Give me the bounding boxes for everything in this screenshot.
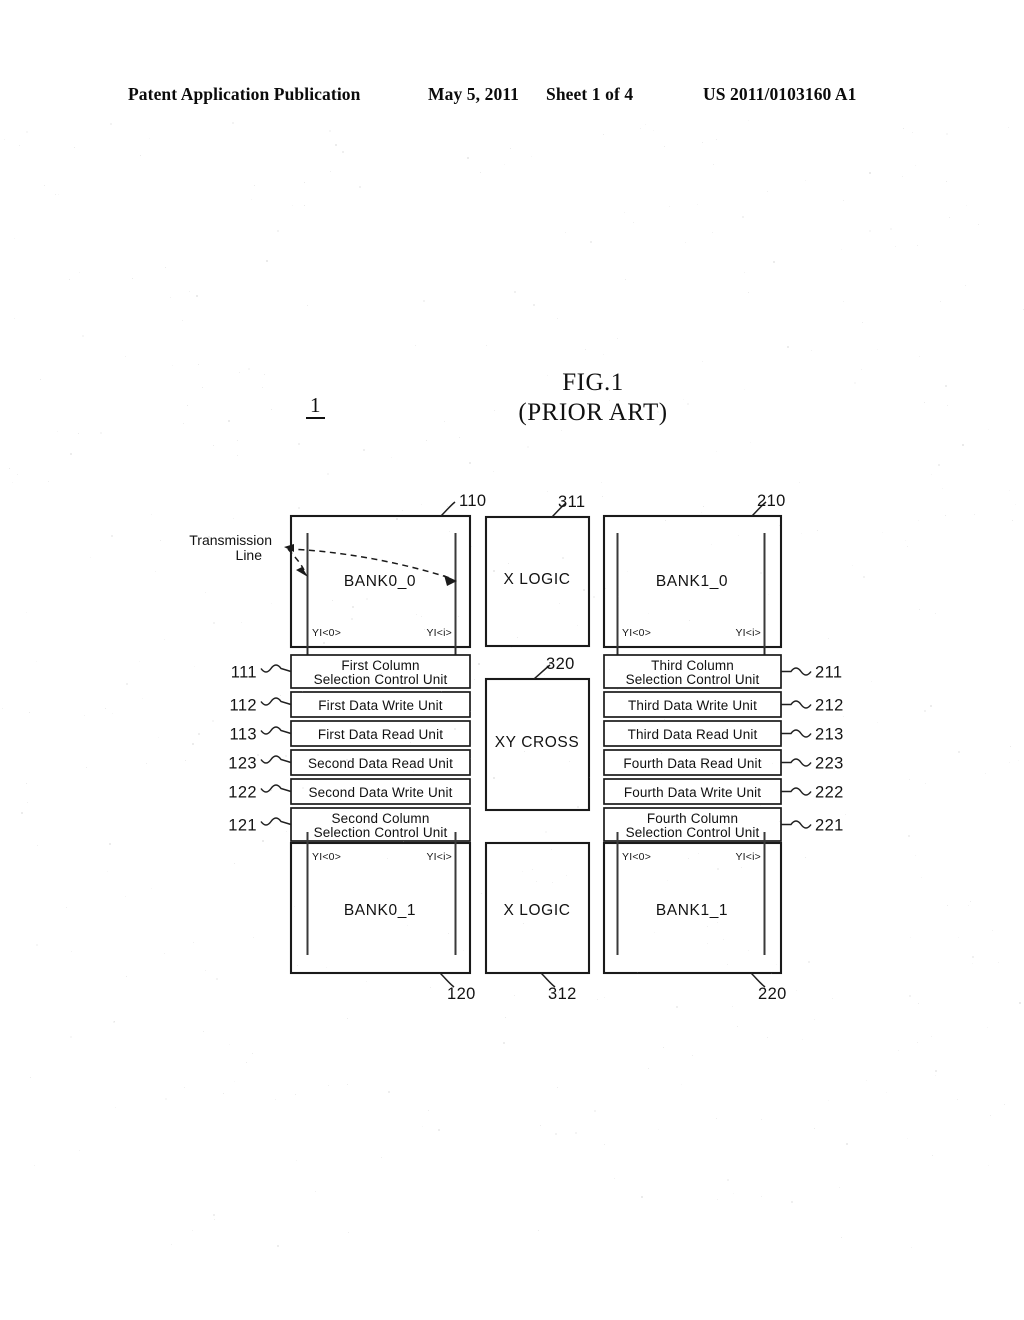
unit-ref-leader: [781, 667, 812, 676]
figure-diagram: BANK0_0 YI<0> YI<i> 110 X LOGIC 311 BANK…: [0, 0, 1024, 1320]
bank-bottom-left-yi-first: YI<0>: [312, 851, 341, 863]
unit-block: First ColumnSelection Control Unit 111: [231, 654, 471, 689]
bank-bottom-right-yi-last: YI<i>: [735, 851, 761, 863]
bank-top-left: BANK0_0 YI<0> YI<i> 110: [289, 492, 487, 660]
bank-bottom-left-label: BANK0_1: [344, 902, 416, 919]
bank-bottom-right: YI<0> YI<i> BANK1_1 220: [602, 832, 787, 1003]
unit-ref-number: 222: [815, 784, 844, 802]
transmission-line-label-line1: Transmission: [189, 532, 272, 548]
unit-block: Third Data Write Unit 212: [603, 691, 844, 718]
unit-block: Fourth Data Read Unit 223: [603, 749, 844, 776]
unit-block: First Data Write Unit 112: [229, 691, 471, 718]
bank-top-right-ref: 210: [757, 492, 786, 510]
unit-label-line2: Selection Control Unit: [314, 825, 448, 840]
x-logic-top-ref: 311: [558, 493, 586, 511]
unit-ref-leader: [260, 784, 292, 793]
x-logic-top: X LOGIC 311: [484, 493, 591, 648]
unit-label-line1: First Data Read Unit: [318, 727, 443, 742]
bank-bottom-right-label: BANK1_1: [656, 902, 728, 919]
unit-block: Fourth ColumnSelection Control Unit 221: [603, 807, 844, 842]
unit-ref-leader: [260, 817, 292, 826]
unit-ref-number: 113: [229, 726, 257, 744]
unit-label-line1: Fourth Data Read Unit: [623, 756, 761, 771]
unit-label-line1: Second Data Write Unit: [308, 785, 452, 800]
unit-ref-number: 211: [815, 664, 843, 682]
xy-cross-block: XY CROSS 320: [484, 655, 591, 812]
unit-ref-number: 121: [228, 817, 257, 835]
unit-label-line2: Selection Control Unit: [626, 672, 760, 687]
unit-ref-number: 213: [815, 726, 844, 744]
unit-label-line1: Third Column: [651, 658, 734, 673]
transmission-line-label-line2: Line: [236, 547, 263, 563]
unit-label-line1: Third Data Write Unit: [628, 698, 757, 713]
bank-bottom-left-yi-last: YI<i>: [426, 851, 452, 863]
right-unit-stack: Third ColumnSelection Control Unit 211Thi…: [603, 654, 844, 842]
x-logic-bottom-ref: 312: [548, 985, 577, 1003]
unit-ref-leader: [781, 787, 812, 796]
unit-label-line1: First Column: [341, 658, 419, 673]
unit-ref-leader: [260, 755, 292, 764]
left-unit-stack: First ColumnSelection Control Unit111Fir…: [228, 654, 471, 842]
bank-top-right-yi-first: YI<0>: [622, 627, 651, 639]
unit-label-line1: Fourth Data Write Unit: [624, 785, 761, 800]
unit-ref-number: 123: [228, 755, 257, 773]
xy-cross-ref: 320: [546, 655, 575, 673]
unit-block: Second Data Read Unit 123: [228, 749, 471, 776]
unit-ref-leader: [260, 664, 292, 673]
x-logic-bottom: X LOGIC 312: [484, 841, 591, 1003]
unit-block: Third Data Read Unit 213: [603, 720, 844, 747]
bank-top-right: BANK1_0 YI<0> YI<i> 210: [602, 492, 786, 660]
bank-bottom-left: YI<0> YI<i> BANK0_1 120: [289, 832, 476, 1003]
unit-ref-number: 223: [815, 755, 844, 773]
unit-block: Third ColumnSelection Control Unit 211: [603, 654, 843, 689]
x-logic-bottom-label: X LOGIC: [503, 902, 570, 919]
unit-label-line1: Fourth Column: [647, 811, 738, 826]
bank-bottom-right-ref: 220: [758, 985, 787, 1003]
unit-ref-leader: [260, 697, 292, 706]
unit-ref-number: 112: [229, 697, 257, 715]
unit-block: Second Data Write Unit 122: [228, 778, 471, 805]
unit-ref-leader: [781, 729, 812, 738]
unit-ref-number: 122: [228, 784, 257, 802]
bank-top-right-label: BANK1_0: [656, 573, 728, 590]
unit-label-line1: First Data Write Unit: [318, 698, 443, 713]
unit-ref-leader: [781, 700, 812, 709]
bank-top-left-yi-first: YI<0>: [312, 627, 341, 639]
bank-bottom-right-yi-first: YI<0>: [622, 851, 651, 863]
unit-label-line2: Selection Control Unit: [314, 672, 448, 687]
unit-block: Second ColumnSelection Control Unit 121: [228, 807, 471, 842]
unit-block: Fourth Data Write Unit 222: [603, 778, 844, 805]
unit-ref-leader: [260, 726, 292, 735]
bank-top-right-yi-last: YI<i>: [735, 627, 761, 639]
unit-label-line1: Second Data Read Unit: [308, 756, 453, 771]
bank-top-left-label: BANK0_0: [344, 573, 416, 590]
bank-bottom-left-ref: 120: [447, 985, 476, 1003]
bank-top-left-ref: 110: [459, 492, 487, 510]
unit-ref-number: 221: [815, 817, 844, 835]
unit-ref-leader: [781, 820, 812, 829]
bank-top-left-yi-last: YI<i>: [426, 627, 452, 639]
unit-label-line2: Selection Control Unit: [626, 825, 760, 840]
unit-ref-number: 212: [815, 697, 844, 715]
unit-block: First Data Read Unit 113: [229, 720, 471, 747]
unit-ref-leader: [781, 758, 812, 767]
unit-ref-number: 111: [231, 664, 257, 682]
unit-label-line1: Second Column: [331, 811, 429, 826]
xy-cross-label: XY CROSS: [495, 734, 580, 751]
unit-label-line1: Third Data Read Unit: [628, 727, 758, 742]
x-logic-top-label: X LOGIC: [503, 571, 570, 588]
